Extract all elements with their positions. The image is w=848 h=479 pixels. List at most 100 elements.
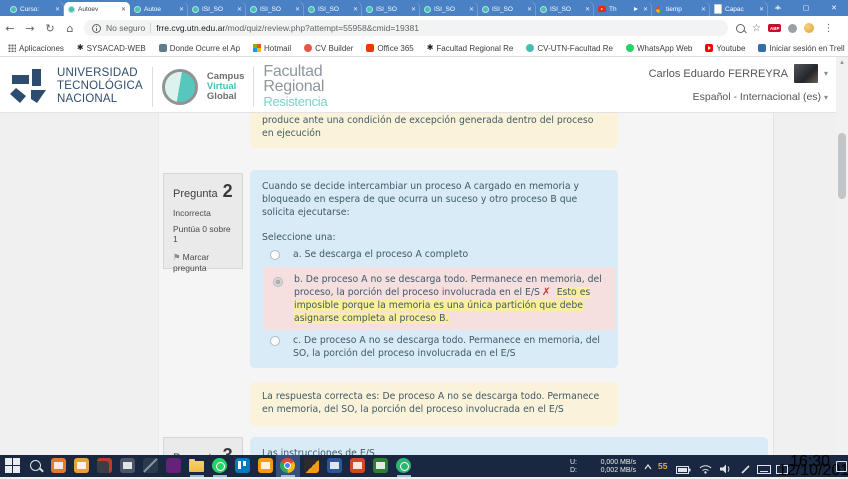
microsoft-icon xyxy=(253,44,261,52)
bookmark-trello[interactable]: Iniciar sesión en Trell xyxy=(758,44,844,53)
tab-close-icon[interactable]: ✕ xyxy=(643,6,648,13)
taskbar-remote-desktop-icon[interactable] xyxy=(120,458,136,474)
network-speed-monitor[interactable]: U:0,000 MB/s D:0,002 MB/s xyxy=(570,455,636,477)
wifi-icon[interactable] xyxy=(699,461,712,479)
home-icon[interactable]: ⌂ xyxy=(60,22,80,35)
tab-isi-so[interactable]: ISI_SO✕ xyxy=(478,2,536,16)
address-bar[interactable]: No seguro frre.cvg.utn.edu.ar/mod/quiz/r… xyxy=(84,20,728,36)
scrollbar[interactable]: ▴ xyxy=(836,57,848,455)
taskbar-chrome-icon[interactable] xyxy=(280,458,296,474)
radio-a[interactable] xyxy=(270,250,280,260)
campus-globe-icon xyxy=(526,44,534,52)
feedback-text: produce ante una condición de excepción … xyxy=(262,115,593,139)
bookmark-office365[interactable]: Office 365 xyxy=(366,44,413,53)
browser-menu-icon[interactable]: ⋮ xyxy=(821,23,839,34)
answer-option-c[interactable]: c. De proceso A no se descarga todo. Per… xyxy=(262,334,606,360)
tab-close-icon[interactable]: ✕ xyxy=(295,6,300,13)
tab-isi-so[interactable]: ISI_SO✕ xyxy=(188,2,246,16)
user-menu[interactable]: Carlos Eduardo FERREYRA ▾ xyxy=(649,64,828,83)
bookmark-aplicaciones[interactable]: Aplicaciones xyxy=(8,44,64,53)
tab-close-icon[interactable]: ✕ xyxy=(469,6,474,13)
tab-isi-so[interactable]: ISI_SO✕ xyxy=(536,2,594,16)
taskbar-start-button[interactable] xyxy=(5,458,21,474)
tab-isi-so[interactable]: ISI_SO✕ xyxy=(304,2,362,16)
zoom-icon[interactable] xyxy=(736,24,745,33)
taskbar-whatsapp-icon[interactable] xyxy=(212,458,228,474)
bookmark-hotmail[interactable]: Hotmail xyxy=(253,44,291,53)
tray-expand-icon[interactable] xyxy=(644,463,652,471)
tab-curso[interactable]: Curso:✕ xyxy=(6,2,64,16)
taskbar-file-explorer-icon[interactable] xyxy=(189,458,205,474)
tab-youtube[interactable]: Th✕ xyxy=(594,2,652,16)
reload-icon[interactable]: ↻ xyxy=(40,22,60,35)
taskbar-trello-icon[interactable] xyxy=(235,458,251,474)
keyboard-icon[interactable] xyxy=(757,461,771,479)
taskbar-dev-tool-icon[interactable] xyxy=(143,458,159,474)
bookmark-star-icon[interactable]: ☆ xyxy=(752,23,761,34)
tab-isi-so[interactable]: ISI_SO✕ xyxy=(420,2,478,16)
taskbar-search-icon[interactable] xyxy=(28,458,44,474)
bookmark-facultad-regional[interactable]: ✱Facultad Regional Re xyxy=(427,44,514,53)
tab-audio-icon[interactable] xyxy=(634,7,640,11)
tab-close-icon[interactable]: ✕ xyxy=(179,6,184,13)
tab-isi-so[interactable]: ISI_SO✕ xyxy=(246,2,304,16)
tab-capacitacion[interactable]: Capac✕ xyxy=(710,2,768,16)
taskbar-visual-studio-icon[interactable] xyxy=(166,458,182,474)
battery-icon[interactable] xyxy=(676,461,691,479)
taskbar-messenger-icon[interactable] xyxy=(396,458,412,474)
bookmark-cv-utn[interactable]: CV-UTN-Facultad Re xyxy=(526,44,613,53)
speaker-icon[interactable] xyxy=(720,461,732,479)
site-info-icon[interactable] xyxy=(92,24,101,33)
security-label: No seguro xyxy=(106,23,145,33)
taskbar-store-icon[interactable] xyxy=(74,458,90,474)
bookmark-youtube[interactable]: Youtube xyxy=(705,44,745,53)
bookmark-donde-ocurre[interactable]: Donde Ocurre el Ap xyxy=(159,44,240,53)
language-selector[interactable]: Español - Internacional (es) ▾ xyxy=(693,91,828,103)
tab-close-icon[interactable]: ✕ xyxy=(237,6,242,13)
tab-close-icon[interactable]: ✕ xyxy=(585,6,590,13)
tab-google-tiempo[interactable]: tiemp✕ xyxy=(652,2,710,16)
divider xyxy=(152,67,153,107)
extension-icon[interactable] xyxy=(788,24,797,33)
taskbar-utility-app-icon[interactable] xyxy=(258,458,274,474)
radio-c[interactable] xyxy=(270,336,280,346)
tab-close-icon[interactable]: ✕ xyxy=(353,6,358,13)
answer-c-label: c. De proceso A no se descarga todo. Per… xyxy=(293,334,606,360)
tab-close-icon[interactable]: ✕ xyxy=(411,6,416,13)
taskbar-project-icon[interactable] xyxy=(373,458,389,474)
tab-close-icon[interactable]: ✕ xyxy=(55,6,60,13)
tab-close-icon[interactable]: ✕ xyxy=(701,6,706,13)
tab-close-icon[interactable]: ✕ xyxy=(121,6,126,13)
taskbar-photoshop-icon[interactable] xyxy=(304,458,320,474)
bookmark-cv-builder[interactable]: CV Builder xyxy=(304,44,353,53)
answer-option-a[interactable]: a. Se descarga el proceso A completo xyxy=(262,248,606,261)
answer-option-b-incorrect[interactable]: b. De proceso A no se descarga todo. Per… xyxy=(264,267,616,330)
profile-avatar[interactable] xyxy=(804,23,814,33)
campus-favicon xyxy=(10,6,17,13)
action-center-icon[interactable] xyxy=(836,461,847,472)
pen-icon[interactable] xyxy=(741,461,751,479)
forward-icon[interactable]: → xyxy=(20,22,40,35)
scroll-up-icon[interactable]: ▴ xyxy=(836,57,848,67)
tab-autoevaluacion[interactable]: Autoe✕ xyxy=(130,2,188,16)
maximize-button[interactable]: ▢ xyxy=(792,0,820,16)
back-icon[interactable]: ← xyxy=(0,22,20,35)
url-domain: frre.cvg.utn.edu.ar xyxy=(156,23,225,33)
cpu-temp-badge[interactable]: 55 xyxy=(658,461,667,471)
close-button[interactable]: ✕ xyxy=(820,0,848,16)
taskbar-powerpoint-icon[interactable] xyxy=(350,458,366,474)
tab-autoevaluacion-active[interactable]: Autoev✕ xyxy=(64,2,130,16)
tab-close-icon[interactable]: ✕ xyxy=(527,6,532,13)
flag-question-link[interactable]: ⚑Marcar pregunta xyxy=(173,252,227,273)
taskbar-system-app-icon[interactable] xyxy=(97,458,113,474)
scrollbar-thumb[interactable] xyxy=(838,133,846,199)
taskbar-word-icon[interactable] xyxy=(327,458,343,474)
tab-isi-so[interactable]: ISI_SO✕ xyxy=(362,2,420,16)
taskbar-clock[interactable]: 16:30 12/10/2018 xyxy=(778,457,830,475)
bookmark-whatsapp-web[interactable]: WhatsApp Web xyxy=(626,44,692,53)
taskbar-media-app-icon[interactable] xyxy=(51,458,67,474)
bookmark-sysacad[interactable]: ✱SYSACAD-WEB xyxy=(77,44,146,53)
adblock-extension-icon[interactable]: ABP xyxy=(768,24,782,32)
radio-b-selected[interactable] xyxy=(273,277,283,287)
minimize-button[interactable]: — xyxy=(764,0,792,16)
